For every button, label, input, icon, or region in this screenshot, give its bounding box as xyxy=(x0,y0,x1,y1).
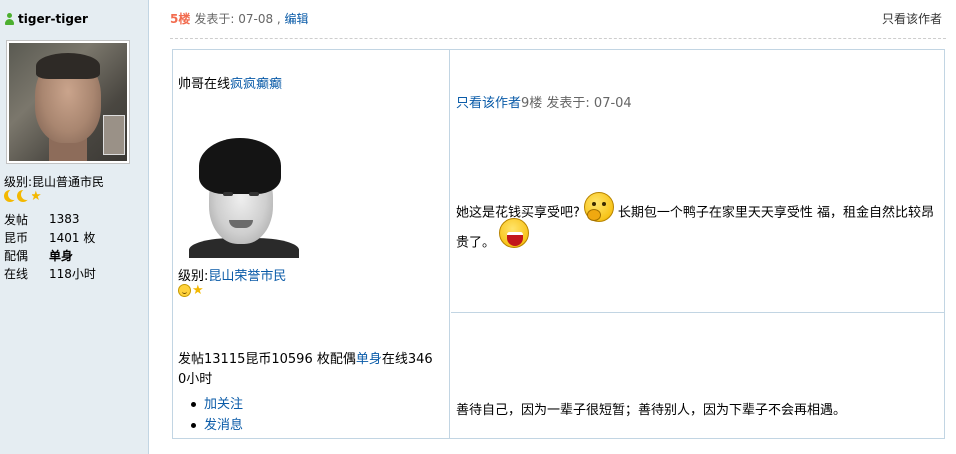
moon-icon xyxy=(4,189,19,202)
quoted-user-actions: 加关注 发消息 xyxy=(191,394,243,436)
moon-icon xyxy=(17,189,32,202)
stat-row-spouse: 配偶 单身 xyxy=(4,246,144,264)
quoted-post-meta: 9楼 发表于: 07-04 xyxy=(521,96,632,111)
quoted-user-avatar[interactable] xyxy=(187,134,299,258)
stat-key: 在线 xyxy=(4,266,29,281)
star-icon: ★ xyxy=(192,283,204,298)
smiley-icon xyxy=(178,284,191,297)
quoted-only-author-link[interactable]: 只看该作者 xyxy=(456,96,521,111)
quoted-user-level: 级别:昆山荣誉市民 xyxy=(178,265,286,284)
stat-value: 1401 枚 xyxy=(49,230,96,245)
quoted-user-link[interactable]: 疯疯癫癫 xyxy=(230,77,282,92)
post-time-text: 发表于: 07-08 , xyxy=(194,11,281,26)
avatar[interactable] xyxy=(6,40,130,164)
edit-link[interactable]: 编辑 xyxy=(285,12,309,26)
laughing-emoji-icon xyxy=(499,218,530,248)
follow-link[interactable]: 加关注 xyxy=(204,394,243,415)
quoted-stats-b: 在线346 xyxy=(381,352,433,367)
stat-key: 配偶 xyxy=(4,248,29,263)
online-user-icon xyxy=(4,13,15,25)
quoted-signature: 善待自己，因为一辈子很短暂；善待别人，因为下辈子不会再相遇。 xyxy=(456,403,847,418)
quoted-rank-icons: ★ xyxy=(178,284,205,297)
quoted-divider xyxy=(451,312,944,313)
quoted-post-column: 只看该作者9楼 发表于: 07-04 她这是花钱买享受吧? 长期包一个鸭子在家里天… xyxy=(451,50,944,438)
only-author-link[interactable]: 只看该作者 xyxy=(882,10,942,27)
quoted-user-prefix: 帅哥在线 xyxy=(178,77,231,92)
user-stats: 发帖 1383 昆币 1401 枚 配偶 单身 在线 118小时 xyxy=(4,210,144,282)
list-item: 加关注 xyxy=(191,394,243,415)
quoted-level-link[interactable]: 昆山荣誉市民 xyxy=(208,269,286,284)
stat-value: 单身 xyxy=(49,248,74,263)
post-main: 5楼 发表于: 07-08 , 编辑 只看该作者 帅哥在线疯疯癫癫 级别:昆山荣… xyxy=(150,0,956,454)
quoted-stats-c: 0小时 xyxy=(178,372,213,387)
thinking-emoji-icon xyxy=(583,192,614,222)
quoted-content-table: 帅哥在线疯疯癫癫 级别:昆山荣誉市民 ★ 发帖13115昆币10596 枚配偶单… xyxy=(172,49,945,439)
stat-key: 昆币 xyxy=(4,230,29,245)
post-time: 发表于: 07-08 , 编辑 xyxy=(194,10,308,27)
level-label: 级别: xyxy=(4,175,33,189)
username[interactable]: tiger-tiger xyxy=(4,11,88,27)
username-text[interactable]: tiger-tiger xyxy=(18,12,88,26)
list-item: 发消息 xyxy=(191,415,243,436)
bullet-icon xyxy=(191,402,196,407)
quoted-spouse-link[interactable]: 单身 xyxy=(356,352,382,367)
rank-icons: ★ xyxy=(4,189,43,204)
star-icon: ★ xyxy=(30,189,42,204)
stat-row-online: 在线 118小时 xyxy=(4,264,144,282)
user-sidebar: tiger-tiger 级别:昆山普通市民 ★ 发帖 1383 昆币 1401 … xyxy=(0,0,149,454)
bullet-icon xyxy=(191,423,196,428)
quoted-user-column: 帅哥在线疯疯癫癫 级别:昆山荣誉市民 ★ 发帖13115昆币10596 枚配偶单… xyxy=(173,50,450,438)
quoted-level-label: 级别: xyxy=(178,269,209,284)
post-header: 5楼 发表于: 07-08 , 编辑 xyxy=(170,10,942,26)
header-divider xyxy=(170,38,946,39)
user-level: 级别:昆山普通市民 xyxy=(4,173,104,190)
stat-value: 118小时 xyxy=(49,266,96,281)
message-link[interactable]: 发消息 xyxy=(204,415,243,436)
level-value: 昆山普通市民 xyxy=(32,175,105,189)
stat-row-coins: 昆币 1401 枚 xyxy=(4,228,144,246)
floor-number: 5楼 xyxy=(170,11,191,26)
quoted-user-line: 帅哥在线疯疯癫癫 xyxy=(178,73,282,92)
quoted-post-body: 她这是花钱买享受吧? 长期包一个鸭子在家里天天享受性 福，租金自然比较昂贵了。 xyxy=(456,192,936,258)
quoted-user-stats: 发帖13115昆币10596 枚配偶单身在线346 0小时 xyxy=(178,350,446,390)
quoted-stats-a: 发帖13115昆币10596 枚配偶 xyxy=(178,352,356,367)
stat-key: 发帖 xyxy=(4,212,29,227)
quoted-post-header: 只看该作者9楼 发表于: 07-04 xyxy=(456,92,632,111)
stat-value: 1383 xyxy=(49,212,80,226)
stat-row-posts: 发帖 1383 xyxy=(4,210,144,228)
